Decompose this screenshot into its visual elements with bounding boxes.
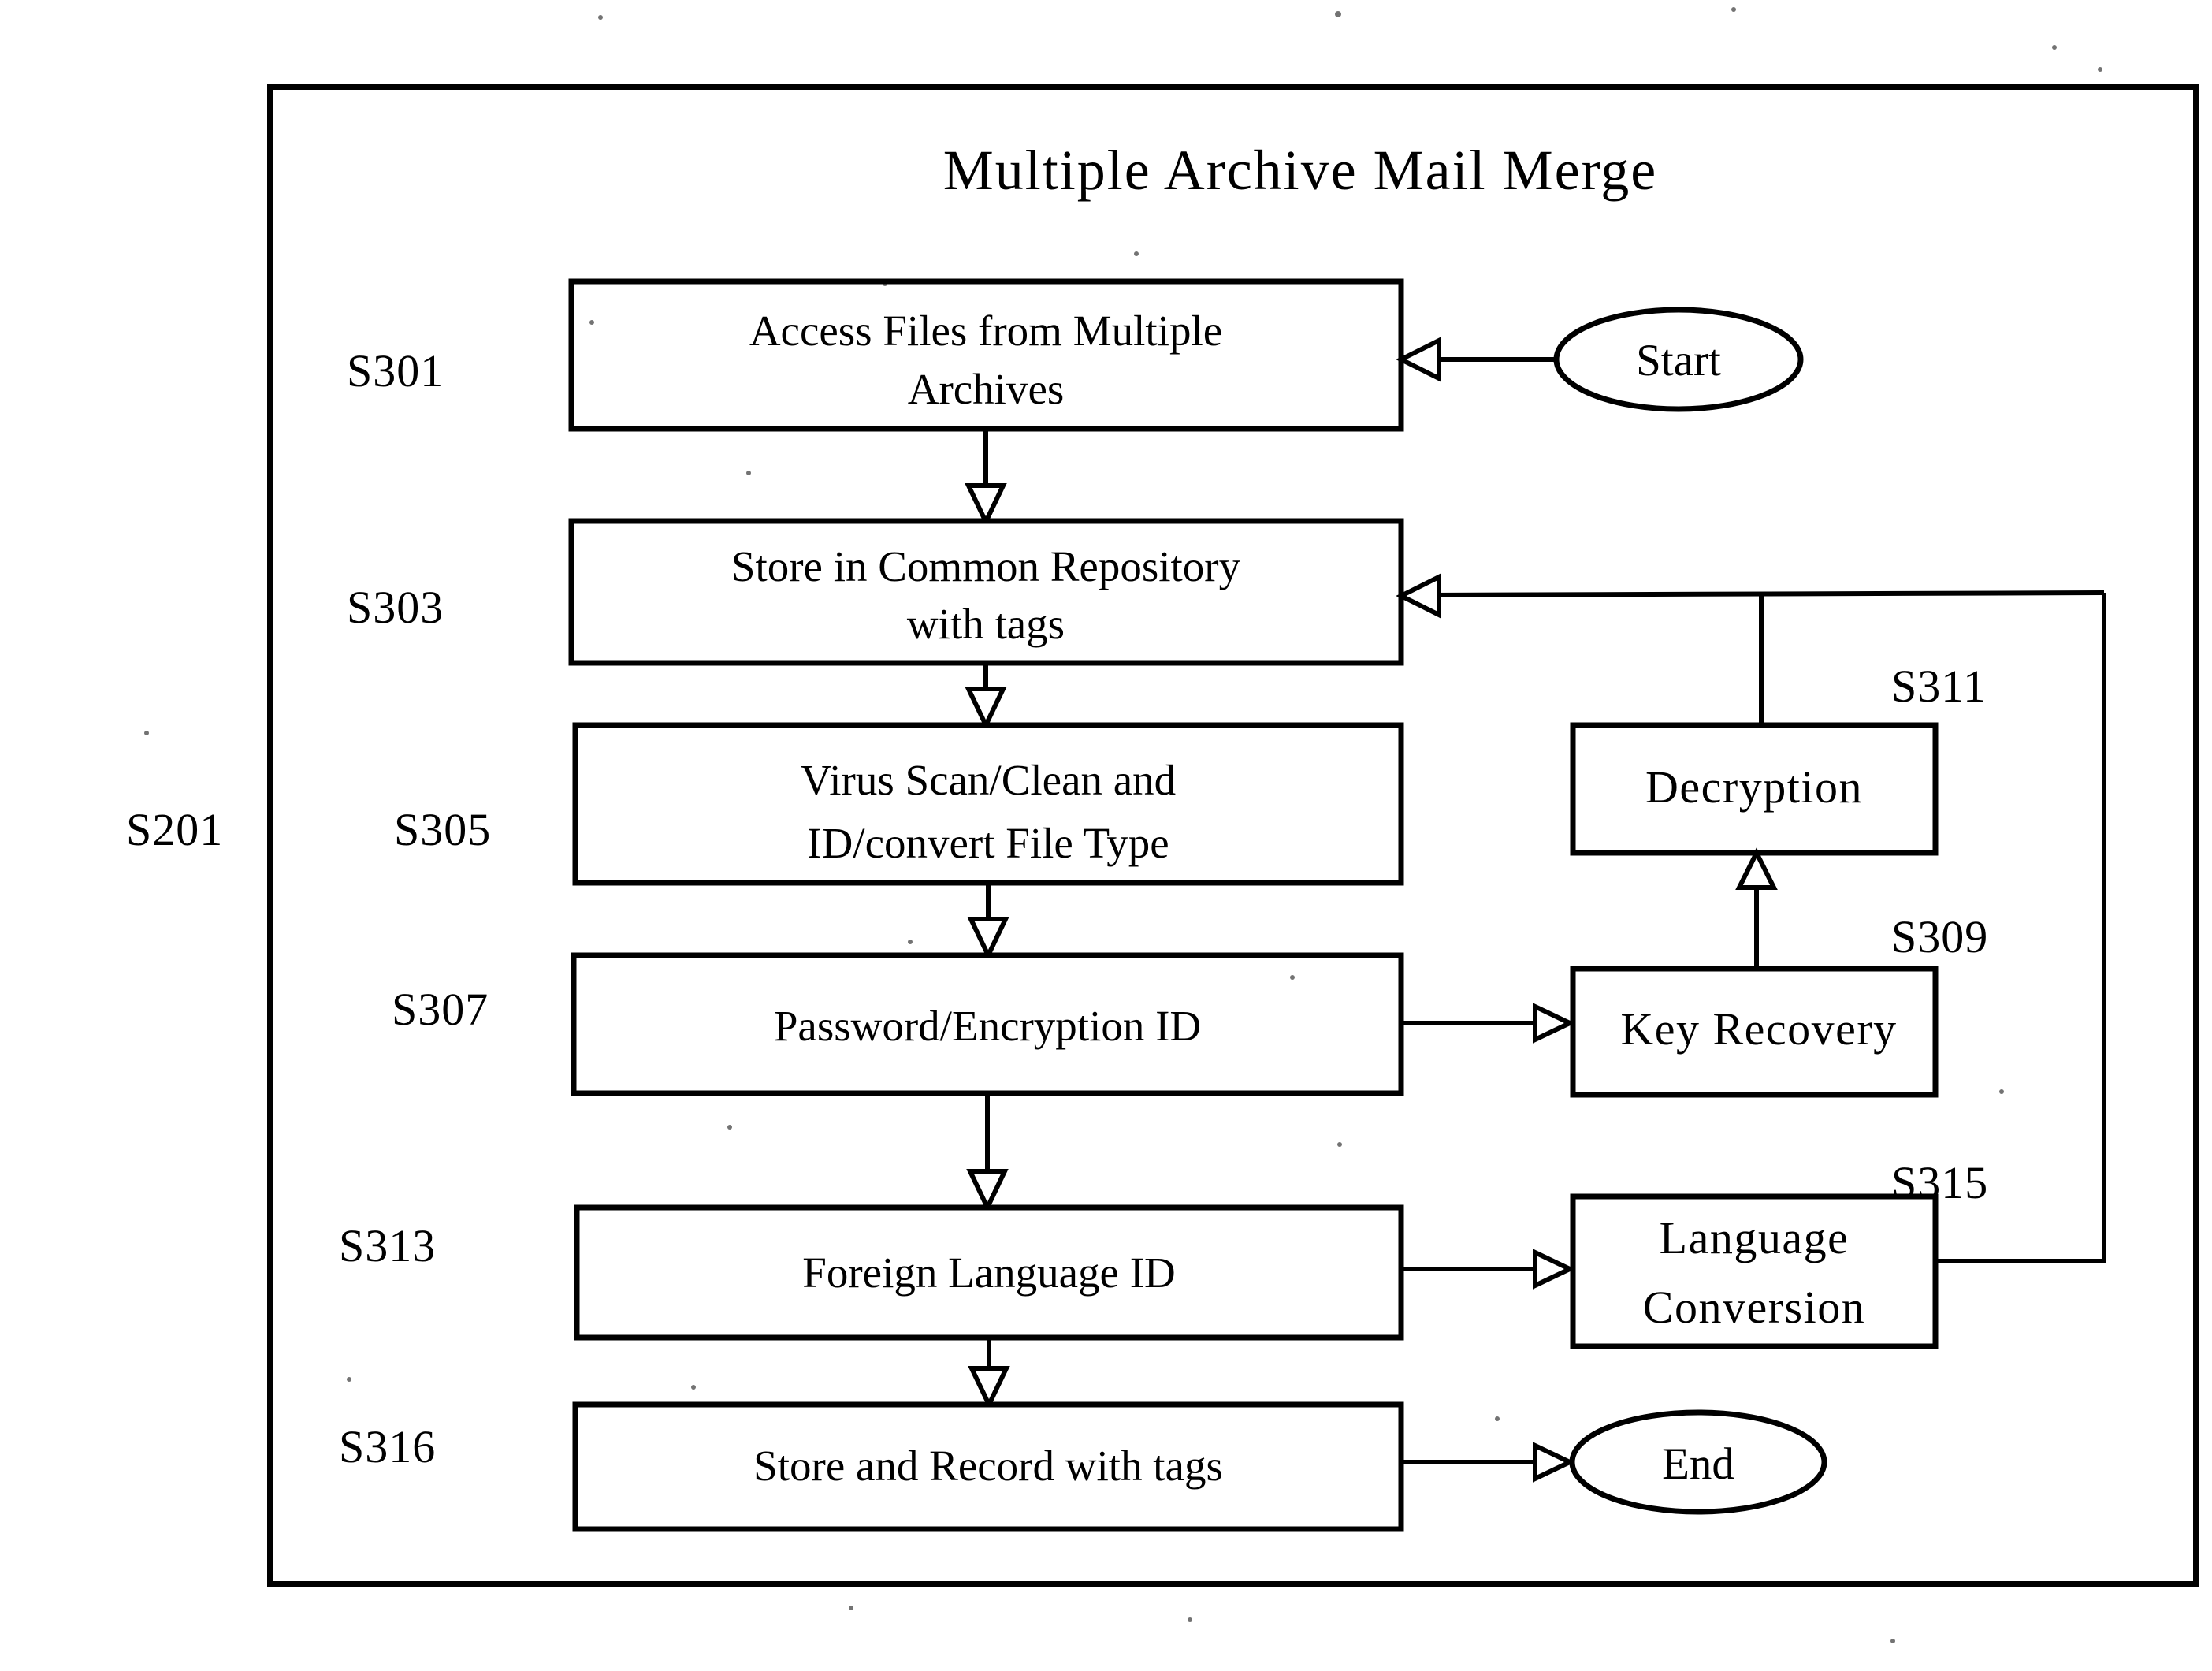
scan-speck <box>589 320 594 325</box>
scan-speck <box>1335 11 1341 17</box>
process-label-s303-line1: Store in Common Repository <box>731 542 1241 590</box>
scan-speck <box>849 1606 853 1610</box>
scan-speck <box>1290 975 1295 980</box>
process-label-s316: Store and Record with tags <box>753 1442 1223 1490</box>
arrowhead-s307-to-s313 <box>966 1169 1009 1213</box>
page-title: Multiple Archive Mail Merge <box>943 139 1658 202</box>
arrowhead-s303-to-s305 <box>965 687 1007 731</box>
scan-speck <box>727 1125 732 1130</box>
arrowhead-s316-to-end <box>1533 1442 1575 1483</box>
process-label-s315-line1: Language <box>1660 1212 1850 1263</box>
scan-speck <box>1890 1639 1895 1643</box>
arrowhead-start-to-s301 <box>1396 337 1441 382</box>
flowchart-canvas: S201 Multiple Archive Mail Merge S301 Ac… <box>126 7 2199 1643</box>
scan-speck <box>883 281 887 286</box>
process-label-s315-line2: Conversion <box>1643 1282 1865 1333</box>
scan-speck <box>1999 1089 2004 1094</box>
scan-speck <box>691 1385 696 1390</box>
process-label-s303-line2: with tags <box>907 600 1065 648</box>
step-tag-s311: S311 <box>1891 661 1987 712</box>
scan-speck <box>1188 1617 1192 1622</box>
process-label-s305-line2: ID/convert File Type <box>807 819 1169 867</box>
scan-speck <box>2098 67 2102 72</box>
process-label-s309: Key Recovery <box>1620 1003 1897 1055</box>
scan-speck <box>1731 7 1736 12</box>
arrowhead-s309-to-s311 <box>1735 847 1778 890</box>
step-tag-s316: S316 <box>339 1421 436 1472</box>
scan-speck <box>2052 45 2057 50</box>
process-label-s311: Decryption <box>1645 761 1863 813</box>
step-tag-s309: S309 <box>1891 911 1988 962</box>
flowchart-figure: S201 Multiple Archive Mail Merge S301 Ac… <box>0 0 2212 1671</box>
step-tag-s303: S303 <box>347 582 444 633</box>
step-tag-s305: S305 <box>394 804 491 855</box>
scan-speck <box>347 1377 351 1382</box>
arrowhead-s313-to-s315 <box>1533 1249 1575 1290</box>
scan-speck <box>908 940 913 944</box>
process-label-s301-line2: Archives <box>908 365 1065 413</box>
process-label-s313: Foreign Language ID <box>802 1249 1175 1297</box>
connector-feedback-bus-horizontal <box>1427 590 2105 597</box>
process-label-s305-line1: Virus Scan/Clean and <box>801 756 1176 804</box>
scan-speck <box>1337 1142 1342 1147</box>
arrowhead-s301-to-s303 <box>965 483 1007 527</box>
arrowhead-s305-to-s307 <box>967 917 1009 961</box>
process-label-s307: Password/Encryption ID <box>774 1002 1201 1050</box>
scan-speck <box>144 731 149 735</box>
step-tag-s201: S201 <box>126 804 223 855</box>
arrowhead-s313-to-s316 <box>968 1366 1010 1410</box>
step-tag-s307: S307 <box>392 984 489 1035</box>
scan-speck <box>1134 251 1139 256</box>
arrowhead-feedback-to-s303 <box>1396 573 1441 619</box>
step-tag-s313: S313 <box>339 1220 436 1271</box>
terminator-start-label: Start <box>1636 336 1721 385</box>
arrowhead-s307-to-s309 <box>1533 1003 1575 1044</box>
scan-speck <box>746 471 751 475</box>
terminator-end-label: End <box>1662 1439 1734 1489</box>
step-tag-s301: S301 <box>347 345 444 396</box>
scan-speck <box>598 15 603 20</box>
process-label-s301-line1: Access Files from Multiple <box>749 307 1222 355</box>
scan-speck <box>1495 1416 1500 1421</box>
